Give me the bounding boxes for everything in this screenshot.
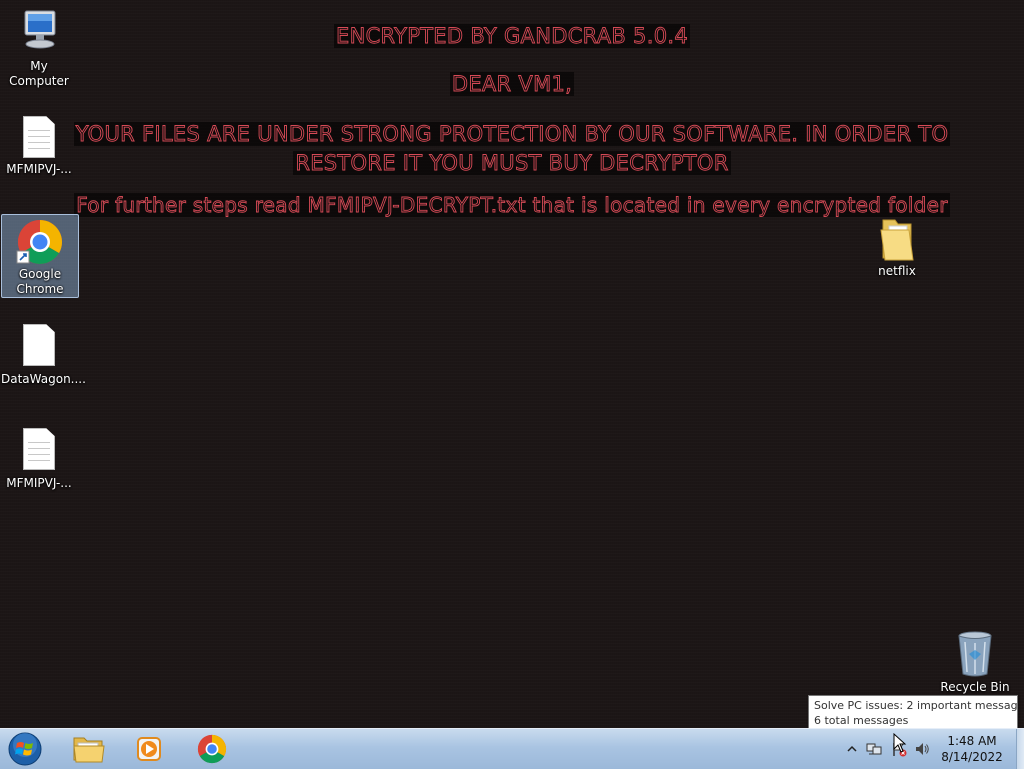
folder-icon [73,737,105,763]
desktop-icon-mfmipvj-file-1[interactable]: MFMIPVJ-... [1,116,77,177]
file1-label: MFMIPVJ-... [6,162,72,176]
clock-date: 8/14/2022 [941,750,1003,764]
taskbar: 1:48 AM 8/14/2022 [0,728,1024,769]
clock-time: 1:48 AM [947,734,997,748]
chrome-icon [16,220,62,264]
mouse-cursor-icon [893,733,907,753]
desktop-icon-datawagon[interactable]: DataWagon.... [1,324,86,387]
text-document-icon [23,116,55,158]
show-desktop-button[interactable] [1016,729,1024,769]
desktop[interactable]: ENCRYPTED BY GANDCRAB 5.0.4 DEAR VM1, YO… [0,0,1024,728]
ransom-greeting: DEAR VM1, [449,72,575,96]
desktop-icon-netflix-folder[interactable]: netflix [859,214,935,279]
blank-document-icon [23,324,55,366]
tray-clock[interactable]: 1:48 AM 8/14/2022 [930,733,1014,765]
volume-icon[interactable] [914,741,930,757]
taskbar-windows-explorer[interactable] [62,731,116,767]
my-computer-label: My Computer [9,59,69,88]
desktop-icon-my-computer[interactable]: My Computer [1,8,77,89]
network-icon[interactable] [866,741,882,757]
taskbar-media-player[interactable] [122,731,176,767]
start-button[interactable] [4,731,46,767]
recycle-bin-label: Recycle Bin [940,680,1010,694]
netflix-label: netflix [878,264,916,278]
ransom-title: ENCRYPTED BY GANDCRAB 5.0.4 [334,24,690,48]
windows-orb-icon [8,732,42,766]
chrome-label-line1: Google [18,267,62,281]
show-hidden-icons-icon[interactable] [844,741,860,757]
desktop-icon-recycle-bin[interactable]: Recycle Bin [937,630,1013,695]
tooltip-line1: Solve PC issues: 2 important messages [814,699,1018,712]
media-player-icon [137,737,161,761]
ransom-message-line1: YOUR FILES ARE UNDER STRONG PROTECTION B… [73,122,951,146]
text-document-icon [23,428,55,470]
taskbar-google-chrome[interactable] [185,731,239,767]
desktop-icon-google-chrome[interactable]: Google Chrome [1,214,79,298]
desktop-icon-mfmipvj-file-2[interactable]: MFMIPVJ-... [1,428,77,491]
ransom-message: YOUR FILES ARE UNDER STRONG PROTECTION B… [0,120,1024,178]
folder-icon [880,219,914,261]
computer-icon [24,10,56,49]
action-center-tooltip: Solve PC issues: 2 important messages 6 … [808,695,1018,729]
ransom-message-line2: RESTORE IT YOU MUST BUY DECRYPTOR [293,151,731,175]
datawagon-label: DataWagon.... [1,372,86,386]
chrome-label-line2: Chrome [16,282,64,296]
chrome-icon [197,734,227,764]
file2-label: MFMIPVJ-... [6,476,72,490]
recycle-bin-icon [958,631,992,677]
tooltip-line2: 6 total messages [814,714,909,727]
